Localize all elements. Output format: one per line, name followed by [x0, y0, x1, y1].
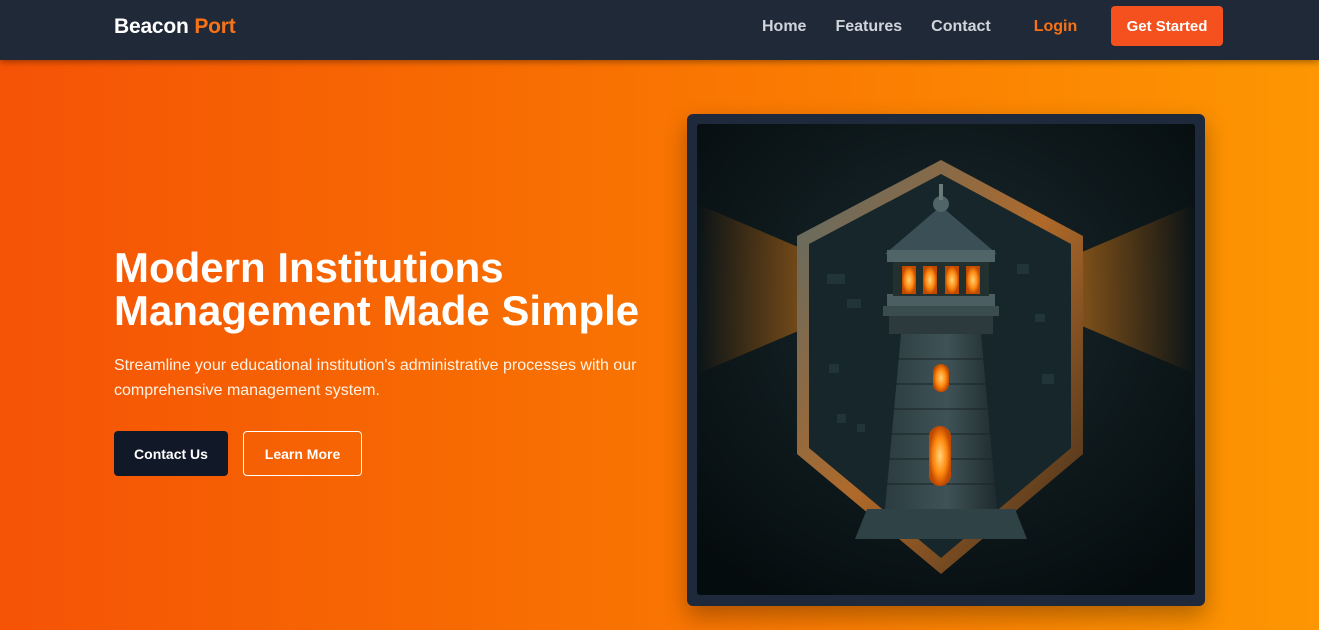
learn-more-button[interactable]: Learn More	[243, 431, 362, 476]
nav-link-contact[interactable]: Contact	[931, 18, 991, 36]
brand-accent: Port	[194, 15, 236, 38]
brand-name: Beacon	[114, 15, 189, 38]
headline-line-1: Modern Institutions	[114, 244, 504, 291]
nav-link-home[interactable]: Home	[762, 18, 806, 36]
top-navbar: Beacon Port Home Features Contact Login …	[0, 0, 1319, 60]
hero-section: Modern Institutions Management Made Simp…	[0, 60, 1319, 630]
contact-us-button[interactable]: Contact Us	[114, 431, 228, 476]
brand-logo[interactable]: Beacon Port	[114, 15, 236, 39]
hero-headline: Modern Institutions Management Made Simp…	[114, 246, 684, 332]
hero-image	[697, 124, 1195, 595]
headline-line-2: Management Made Simple	[114, 287, 640, 334]
get-started-button[interactable]: Get Started	[1111, 6, 1223, 46]
hero-image-card	[687, 114, 1205, 606]
lighthouse-shield-icon	[697, 124, 1195, 595]
hero-subtext: Streamline your educational institution'…	[114, 357, 637, 399]
nav-links: Home Features Contact Login	[762, 18, 1077, 36]
login-link[interactable]: Login	[1034, 18, 1078, 36]
nav-link-features[interactable]: Features	[835, 18, 902, 36]
